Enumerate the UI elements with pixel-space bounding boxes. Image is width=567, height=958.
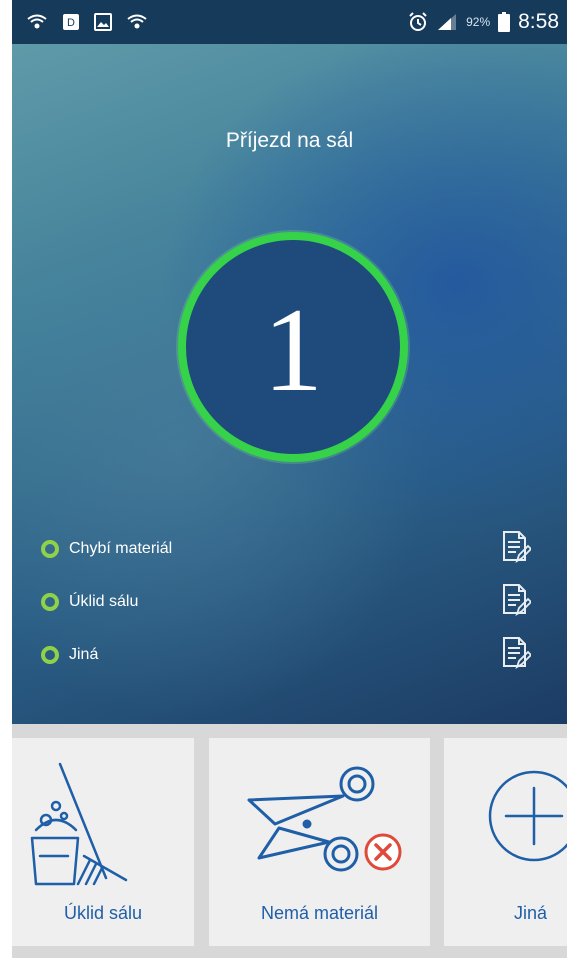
issue-label: Úklid sálu bbox=[69, 593, 139, 610]
document-edit-icon[interactable] bbox=[501, 636, 533, 675]
issue-item-jina[interactable]: Jiná bbox=[12, 635, 567, 675]
status-bar: D 92% 8:58 bbox=[12, 0, 567, 44]
count-circle[interactable]: 1 bbox=[178, 232, 408, 462]
issue-item-uklid-salu[interactable]: Úklid sálu bbox=[12, 582, 567, 622]
status-dot-icon bbox=[41, 540, 59, 558]
svg-text:D: D bbox=[67, 17, 75, 29]
issue-item-chybi-material[interactable]: Chybí materiál bbox=[12, 529, 567, 569]
gallery-icon bbox=[94, 13, 112, 31]
battery-percent: 92% bbox=[466, 15, 491, 29]
action-tray: Úklid sálu Nemá materiál Jiná bbox=[12, 724, 567, 958]
scissors-cancel-icon bbox=[247, 766, 402, 872]
action-tile-jina[interactable]: Jiná bbox=[444, 738, 567, 946]
wifi-call-icon bbox=[126, 14, 148, 30]
status-dot-icon bbox=[41, 593, 59, 611]
page-title: Příjezd na sál bbox=[225, 129, 354, 152]
signal-icon bbox=[436, 13, 458, 31]
hero-panel: Příjezd na sál 1 Chybí materiál Úklid sá… bbox=[12, 44, 567, 724]
issue-label: Chybí materiál bbox=[69, 540, 173, 557]
battery-icon bbox=[498, 12, 511, 32]
wifi-call-icon bbox=[26, 14, 48, 30]
sim-icon: D bbox=[62, 13, 80, 31]
plus-circle-icon bbox=[488, 770, 567, 862]
document-edit-icon[interactable] bbox=[501, 583, 533, 622]
alarm-icon bbox=[408, 12, 428, 32]
status-time: 8:58 bbox=[518, 10, 559, 33]
issue-label: Jiná bbox=[69, 646, 99, 663]
cleaning-bucket-icon bbox=[30, 762, 128, 886]
status-dot-icon bbox=[41, 646, 59, 664]
action-tile-uklid-salu[interactable]: Úklid sálu bbox=[12, 738, 194, 946]
tile-label: Jiná bbox=[514, 903, 548, 923]
document-edit-icon[interactable] bbox=[501, 530, 533, 569]
app-screen: D 92% 8:58 Příjezd na sál 1 Chybí materi… bbox=[12, 0, 567, 958]
tile-label: Úklid sálu bbox=[63, 903, 143, 923]
tile-label: Nemá materiál bbox=[260, 903, 379, 923]
count-number: 1 bbox=[263, 283, 323, 416]
action-tile-nema-material[interactable]: Nemá materiál bbox=[209, 738, 430, 946]
